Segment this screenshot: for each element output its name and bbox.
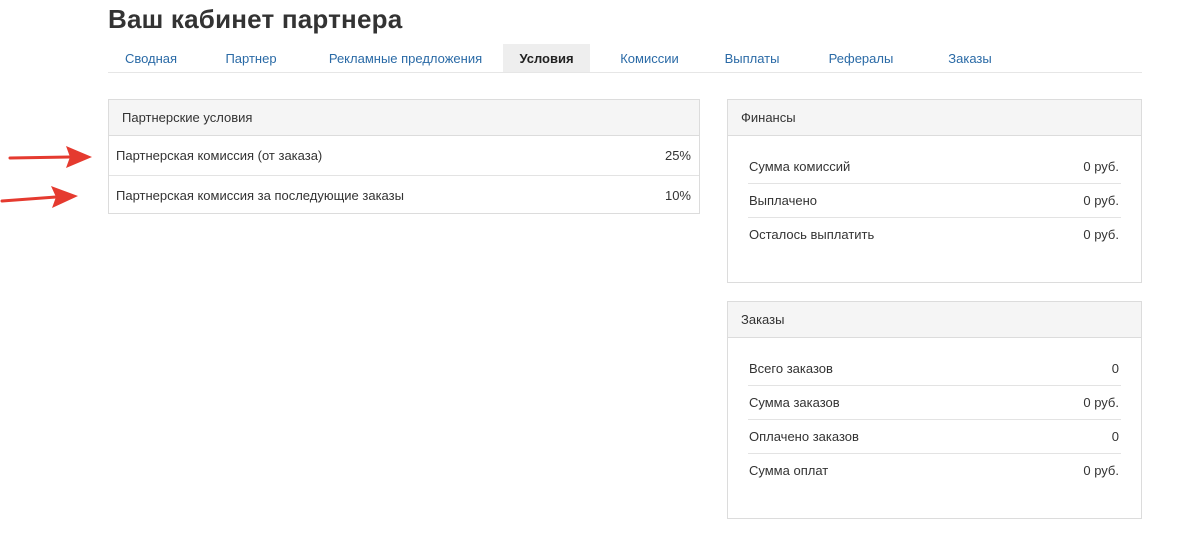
tab-partner[interactable]: Партнер — [194, 44, 308, 72]
orders-label: Сумма заказов — [749, 395, 840, 410]
orders-value: 0 — [1111, 360, 1119, 376]
conditions-panel-title: Партнерские условия — [109, 100, 699, 136]
tab-summary[interactable]: Сводная — [108, 44, 194, 72]
condition-value: 25% — [664, 148, 691, 163]
tab-conditions[interactable]: Условия — [503, 44, 590, 72]
tab-referrals[interactable]: Рефералы — [795, 44, 927, 72]
orders-row: Всего заказов 0 — [748, 351, 1121, 385]
condition-row: Партнерская комиссия за последующие зака… — [109, 175, 699, 214]
finance-value: 0 руб. — [1083, 193, 1119, 208]
orders-value: 0 руб. — [1083, 395, 1119, 410]
orders-label: Всего заказов — [749, 360, 833, 376]
orders-label: Оплачено заказов — [749, 429, 859, 444]
finance-row: Сумма комиссий 0 руб. — [748, 149, 1121, 183]
finance-value: 0 руб. — [1083, 158, 1119, 174]
finance-label: Сумма комиссий — [749, 158, 851, 174]
tab-offers[interactable]: Рекламные предложения — [308, 44, 503, 72]
conditions-panel: Партнерские условия Партнерская комиссия… — [108, 99, 700, 214]
finance-row: Осталось выплатить 0 руб. — [748, 217, 1121, 251]
finance-value: 0 руб. — [1083, 227, 1119, 242]
finance-panel-title: Финансы — [728, 100, 1141, 136]
orders-label: Сумма оплат — [749, 463, 829, 478]
tabs-nav: Сводная Партнер Рекламные предложения Ус… — [108, 44, 1142, 73]
arrow-right-icon — [0, 186, 78, 208]
tab-orders[interactable]: Заказы — [927, 44, 1013, 72]
finance-row: Выплачено 0 руб. — [748, 183, 1121, 217]
orders-row: Сумма оплат 0 руб. — [748, 453, 1121, 487]
page-title: Ваш кабинет партнера — [108, 4, 403, 34]
finance-label: Осталось выплатить — [749, 227, 875, 242]
orders-row: Сумма заказов 0 руб. — [748, 385, 1121, 419]
tab-commissions[interactable]: Комиссии — [590, 44, 709, 72]
arrow-right-icon — [8, 146, 92, 168]
finance-panel: Финансы Сумма комиссий 0 руб. Выплачено … — [727, 99, 1142, 283]
tab-payouts[interactable]: Выплаты — [709, 44, 795, 72]
condition-value: 10% — [664, 187, 691, 203]
orders-row: Оплачено заказов 0 — [748, 419, 1121, 453]
orders-panel: Заказы Всего заказов 0 Сумма заказов 0 р… — [727, 301, 1142, 519]
orders-panel-title: Заказы — [728, 302, 1141, 338]
condition-row: Партнерская комиссия (от заказа) 25% — [109, 136, 699, 175]
condition-label: Партнерская комиссия за последующие зака… — [116, 187, 404, 203]
orders-value: 0 руб. — [1083, 463, 1119, 478]
orders-value: 0 — [1111, 429, 1119, 444]
finance-label: Выплачено — [749, 193, 817, 208]
condition-label: Партнерская комиссия (от заказа) — [116, 148, 323, 163]
